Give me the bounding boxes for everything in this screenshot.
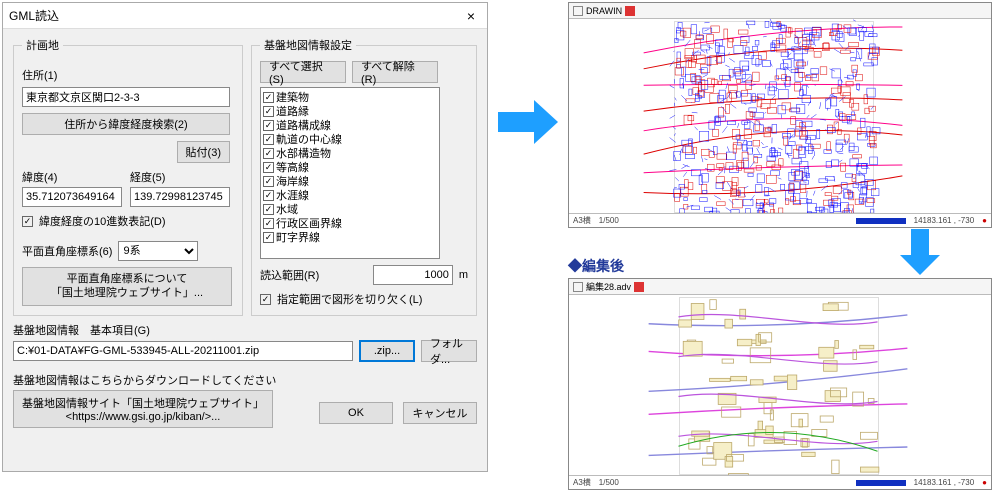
checkbox-icon — [263, 232, 274, 243]
checkbox-icon — [263, 218, 274, 229]
layer-item[interactable]: 道路構成線 — [263, 118, 437, 132]
range-label: 読込範囲(R) — [260, 267, 319, 283]
checkbox-icon — [263, 148, 274, 159]
file-input[interactable] — [13, 341, 353, 361]
arrow-down-icon — [900, 229, 940, 275]
longitude-input[interactable] — [130, 187, 230, 207]
after-edit-label: ◆編集後 — [568, 256, 624, 276]
map-preview-after: 編集28.adv A3横1/500 14183.161 , -730 ● — [568, 278, 992, 490]
clip-label: 指定範囲で図形を切り欠く(L) — [277, 291, 422, 307]
plan-site-legend: 計画地 — [22, 37, 63, 53]
decimal-label: 緯度経度の10進数表記(D) — [39, 213, 166, 229]
close-icon[interactable] — [625, 6, 635, 16]
range-input[interactable] — [373, 265, 453, 285]
layer-item[interactable]: 軌道の中心線 — [263, 132, 437, 146]
layer-item[interactable]: 水涯線 — [263, 188, 437, 202]
checkbox-icon — [263, 92, 274, 103]
crs-about-button[interactable]: 平面直角座標系について 「国土地理院ウェブサイト」... — [22, 267, 232, 306]
layer-item[interactable]: 等高線 — [263, 160, 437, 174]
preview-title: 編集28.adv — [586, 280, 631, 293]
close-icon[interactable]: × — [461, 8, 481, 24]
layer-item[interactable]: 道路縁 — [263, 104, 437, 118]
layer-item[interactable]: 町字界線 — [263, 230, 437, 244]
close-icon[interactable] — [634, 282, 644, 292]
basemap-info-legend: 基盤地図情報設定 — [260, 37, 356, 53]
checkbox-icon — [263, 176, 274, 187]
gml-import-dialog: GML読込 × 計画地 住所(1) 住所から緯度経度検索(2) 貼付(3) 緯度… — [2, 2, 488, 472]
preview-title: DRAWIN — [586, 6, 622, 16]
preview-statusbar: A3横1/500 14183.161 , -730 ● — [569, 475, 991, 489]
file-label: 基盤地図情報 基本項目(G) — [13, 325, 150, 337]
plan-site-group: 計画地 住所(1) 住所から緯度経度検索(2) 貼付(3) 緯度(4) 経度( — [13, 37, 243, 316]
preview-titlebar: DRAWIN — [569, 3, 991, 19]
address-label: 住所(1) — [22, 67, 57, 83]
search-latlon-button[interactable]: 住所から緯度経度検索(2) — [22, 113, 230, 135]
checkbox-icon — [263, 134, 274, 145]
clear-all-button[interactable]: すべて解除(R) — [352, 61, 438, 83]
latitude-input[interactable] — [22, 187, 122, 207]
checkbox-icon — [263, 120, 274, 131]
checkbox-icon — [263, 190, 274, 201]
latitude-label: 緯度(4) — [22, 169, 57, 185]
preview-canvas-after[interactable] — [569, 295, 991, 475]
dialog-title: GML読込 — [9, 7, 59, 24]
clip-checkbox-row[interactable]: 指定範囲で図形を切り欠く(L) — [260, 291, 468, 307]
layer-item[interactable]: 海岸線 — [263, 174, 437, 188]
folder-button[interactable]: フォルダ... — [421, 340, 477, 362]
checkbox-icon — [260, 294, 271, 305]
crs-select[interactable]: 9系 — [118, 241, 198, 261]
decimal-checkbox-row[interactable]: 緯度経度の10進数表記(D) — [22, 213, 234, 229]
dialog-titlebar[interactable]: GML読込 × — [3, 3, 487, 29]
layer-listbox[interactable]: 建築物道路縁道路構成線軌道の中心線水部構造物等高線海岸線水涯線水域行政区画界線町… — [260, 87, 440, 259]
window-icon — [573, 6, 583, 16]
layer-item[interactable]: 水域 — [263, 202, 437, 216]
paste-button[interactable]: 貼付(3) — [177, 141, 230, 163]
arrow-right-icon — [498, 100, 558, 144]
zip-button[interactable]: .zip... — [359, 340, 415, 362]
checkbox-icon — [263, 204, 274, 215]
preview-canvas-before[interactable] — [569, 19, 991, 213]
range-unit: m — [459, 269, 468, 281]
preview-titlebar: 編集28.adv — [569, 279, 991, 295]
ok-button[interactable]: OK — [319, 402, 393, 424]
preview-statusbar: A3横1/500 14183.161 , -730 ● — [569, 213, 991, 227]
checkbox-icon — [263, 162, 274, 173]
layer-item[interactable]: 水部構造物 — [263, 146, 437, 160]
longitude-label: 経度(5) — [130, 169, 165, 185]
layer-item[interactable]: 建築物 — [263, 90, 437, 104]
window-icon — [573, 282, 583, 292]
checkbox-icon — [263, 106, 274, 117]
basemap-info-group: 基盤地図情報設定 すべて選択(S) すべて解除(R) 建築物道路縁道路構成線軌道… — [251, 37, 477, 316]
map-preview-before: DRAWIN A3横1/500 14183.161 , -730 ● — [568, 2, 992, 228]
download-label: 基盤地図情報はこちらからダウンロードしてください — [13, 375, 276, 387]
layer-label: 町字界線 — [276, 229, 320, 245]
select-all-button[interactable]: すべて選択(S) — [260, 61, 346, 83]
layer-item[interactable]: 行政区画界線 — [263, 216, 437, 230]
download-site-button[interactable]: 基盤地図情報サイト「国土地理院ウェブサイト」 <https://www.gsi.… — [13, 390, 273, 428]
cancel-button[interactable]: キャンセル — [403, 402, 477, 424]
address-input[interactable] — [22, 87, 230, 107]
checkbox-icon — [22, 216, 33, 227]
crs-label: 平面直角座標系(6) — [22, 243, 112, 259]
